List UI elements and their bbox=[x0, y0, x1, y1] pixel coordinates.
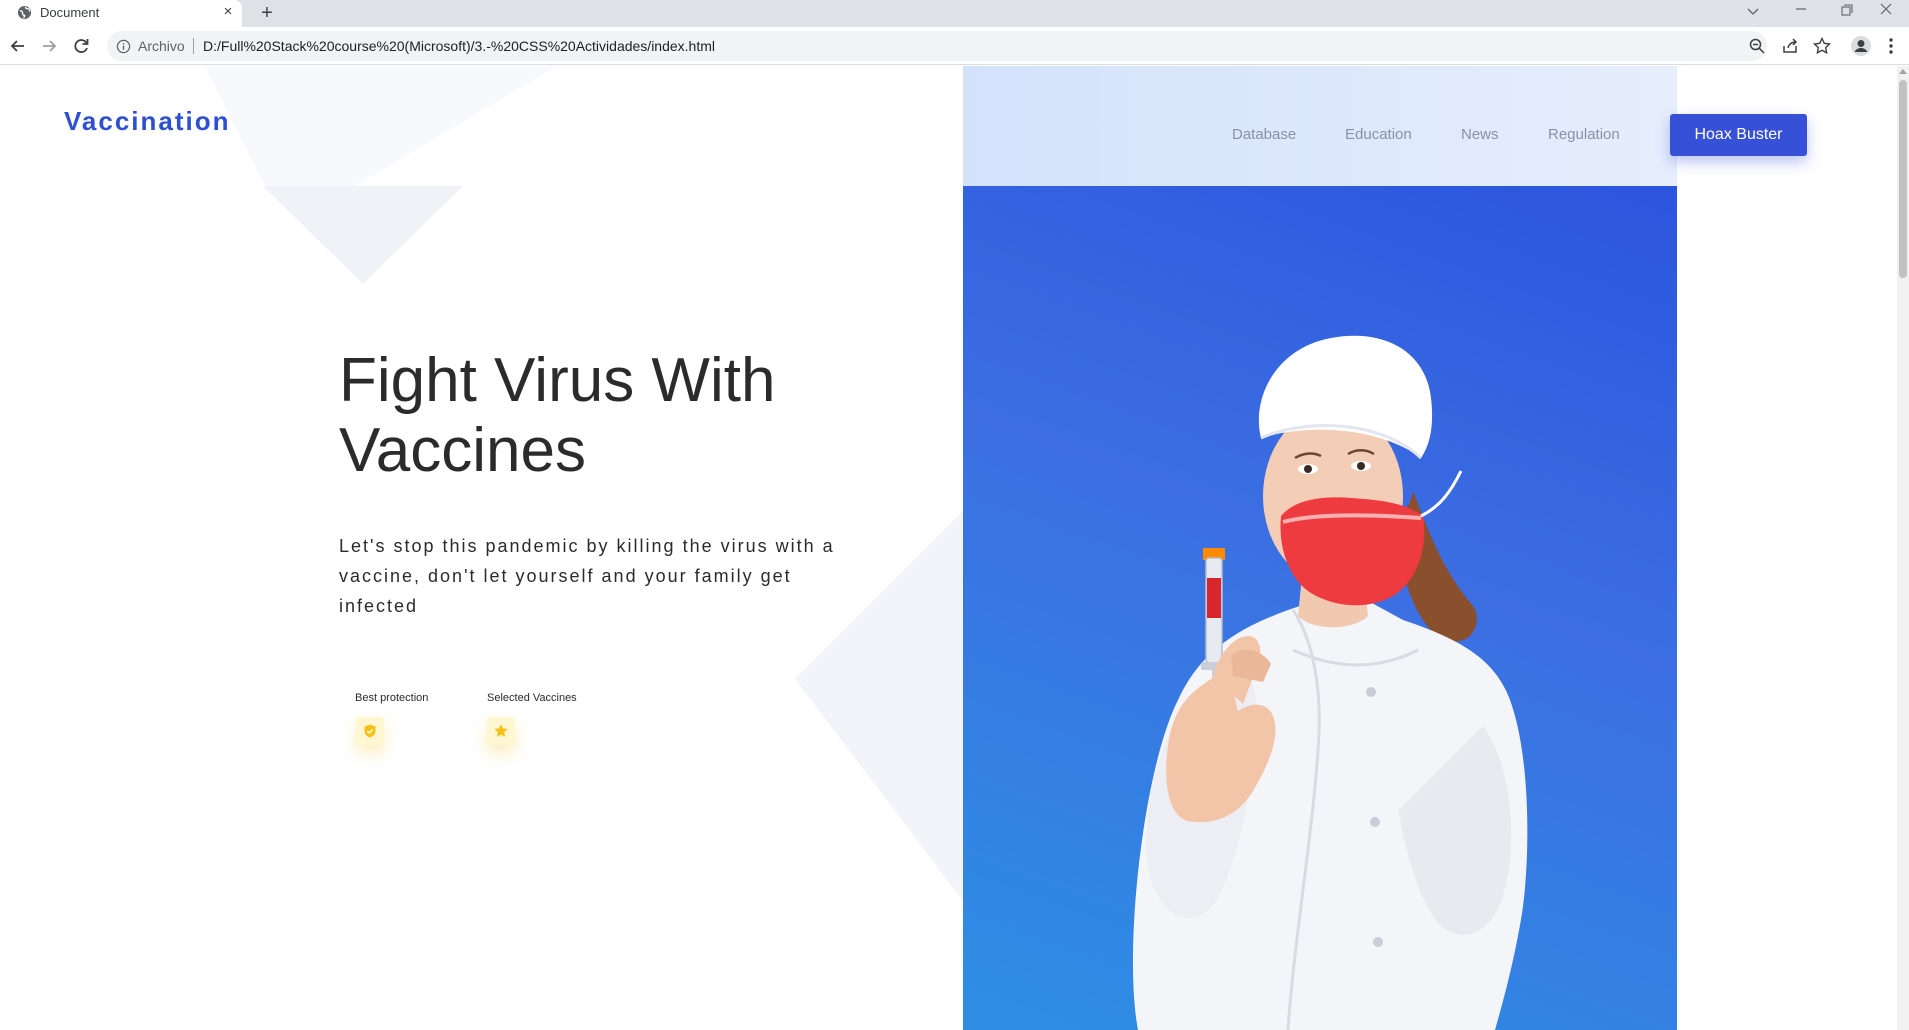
profile-avatar-icon[interactable] bbox=[1850, 35, 1872, 57]
bookmark-star-icon[interactable] bbox=[1812, 36, 1832, 56]
scrollbar-thumb[interactable] bbox=[1899, 80, 1907, 278]
address-bar[interactable]: Archivo D:/Full%20Stack%20course%20(Micr… bbox=[107, 31, 1832, 61]
nav-link-regulation[interactable]: Regulation bbox=[1548, 126, 1620, 143]
tab-title: Document bbox=[40, 5, 100, 20]
zoom-icon[interactable] bbox=[1747, 36, 1767, 56]
star-icon bbox=[487, 717, 515, 745]
tab-close-icon[interactable]: × bbox=[220, 3, 236, 21]
hoax-buster-button[interactable]: Hoax Buster bbox=[1670, 114, 1807, 156]
address-divider bbox=[193, 38, 194, 54]
reload-icon[interactable] bbox=[70, 35, 92, 57]
hero-title: Fight Virus With Vaccines bbox=[339, 346, 776, 485]
close-window-icon[interactable] bbox=[1863, 0, 1909, 24]
hero-nurse-image bbox=[963, 186, 1677, 1030]
hero-subtitle: Let's stop this pandemic by killing the … bbox=[339, 536, 835, 616]
page-content: Vaccination Database Education News Regu… bbox=[0, 66, 1897, 1030]
background-triangle-shape bbox=[205, 66, 557, 284]
browser-toolbar: Archivo D:/Full%20Stack%20course%20(Micr… bbox=[0, 27, 1909, 65]
shield-check-icon bbox=[356, 717, 384, 745]
address-scheme: Archivo bbox=[138, 38, 185, 54]
brand-logo[interactable]: Vaccination bbox=[64, 106, 231, 137]
nurse-illustration bbox=[1132, 335, 1528, 1030]
back-arrow-icon[interactable] bbox=[7, 35, 29, 57]
nav-link-database[interactable]: Database bbox=[1232, 126, 1296, 143]
new-tab-button[interactable]: + bbox=[256, 2, 278, 24]
tab-search-icon[interactable] bbox=[1730, 0, 1776, 24]
info-icon[interactable] bbox=[116, 39, 131, 54]
menu-kebab-icon[interactable] bbox=[1885, 35, 1907, 57]
scroll-up-arrow-icon[interactable] bbox=[1899, 69, 1907, 74]
nav-link-education[interactable]: Education bbox=[1345, 126, 1412, 143]
forward-arrow-icon[interactable] bbox=[38, 35, 60, 57]
globe-icon bbox=[17, 5, 32, 20]
browser-tab[interactable]: Document × bbox=[0, 0, 242, 27]
feature-label-selected-vaccines: Selected Vaccines bbox=[487, 692, 577, 704]
share-icon[interactable] bbox=[1780, 36, 1800, 56]
browser-tab-strip: Document × + bbox=[0, 0, 1909, 27]
nav-link-news[interactable]: News bbox=[1461, 126, 1499, 143]
feature-label-best-protection: Best protection bbox=[355, 692, 429, 704]
address-url[interactable]: D:/Full%20Stack%20course%20(Microsoft)/3… bbox=[203, 38, 715, 54]
page-scrollbar[interactable] bbox=[1897, 66, 1909, 1030]
minimize-icon[interactable] bbox=[1778, 0, 1824, 24]
